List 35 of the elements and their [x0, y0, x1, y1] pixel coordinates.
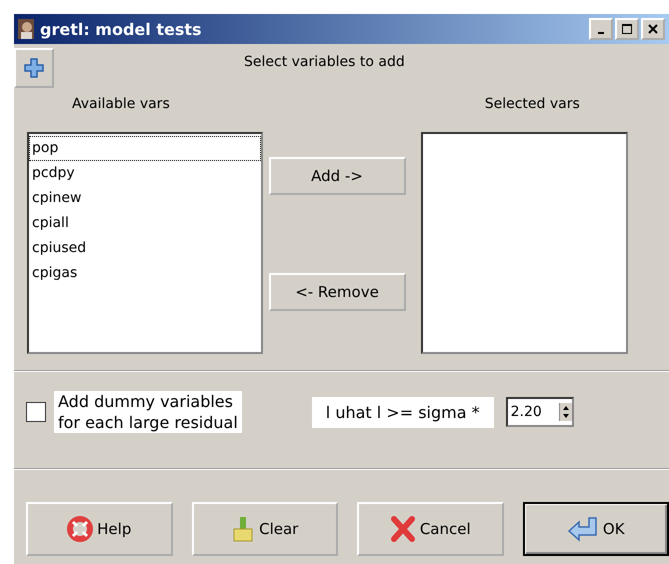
list-label: Selected vars — [484, 96, 580, 114]
cross-icon — [390, 515, 416, 543]
list-item[interactable]: pcdpy — [29, 161, 261, 186]
threshold-label: l uhat l >= sigma * — [312, 396, 494, 428]
checkbox[interactable] — [26, 402, 46, 422]
list-label: Available vars — [72, 96, 170, 114]
move-button[interactable]: Add -> — [268, 157, 406, 195]
add-button[interactable] — [14, 48, 54, 88]
dialog-heading: Select variables to add — [244, 54, 405, 70]
return-arrow-icon — [566, 516, 599, 542]
lifebuoy-icon — [67, 516, 94, 542]
list-item[interactable]: cpiused — [29, 236, 261, 261]
move-button[interactable]: <- Remove — [268, 273, 406, 311]
spin-field[interactable]: 2.20 — [506, 397, 574, 427]
dialog-button[interactable]: Clear — [192, 502, 338, 556]
minimize-icon — [598, 32, 604, 34]
selected-list[interactable] — [421, 132, 628, 354]
available-list[interactable]: pop pcdpy cpinew cpiall cpiused cpigas — [27, 132, 263, 354]
dialog-button[interactable]: Cancel — [357, 502, 504, 556]
app-icon — [18, 19, 34, 39]
maximize-icon — [622, 24, 632, 34]
list-item[interactable]: pop — [29, 136, 261, 161]
plus-icon — [23, 57, 45, 79]
window-title: gretl: model tests — [40, 20, 203, 38]
minimize-button[interactable] — [589, 18, 613, 40]
list-item[interactable]: cpinew — [29, 186, 261, 211]
dialog-button[interactable]: Help — [26, 502, 172, 556]
close-icon — [648, 24, 658, 34]
brush-icon — [231, 515, 256, 543]
checkbox-label: Add dummy variables for each large residual — [54, 391, 242, 433]
list-item[interactable]: cpigas — [29, 261, 261, 286]
close-button[interactable] — [641, 18, 665, 40]
maximize-button[interactable] — [615, 18, 639, 40]
dialog-button[interactable]: OK — [522, 502, 669, 556]
list-item[interactable]: cpiall — [29, 211, 261, 236]
